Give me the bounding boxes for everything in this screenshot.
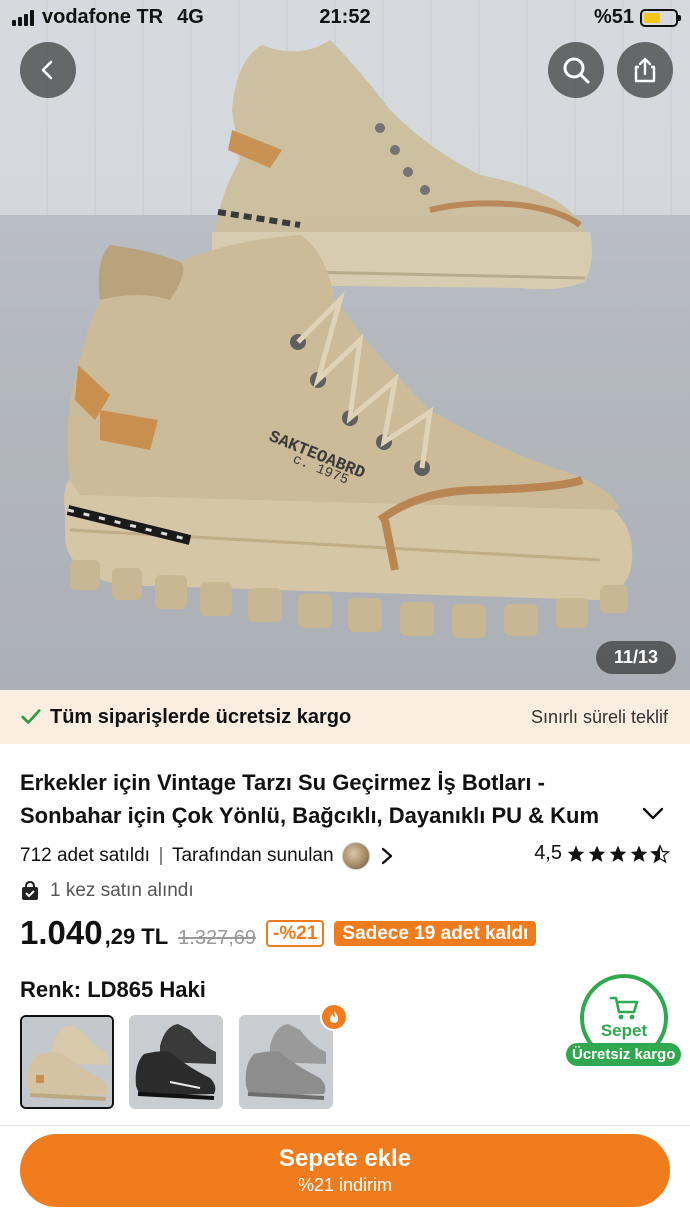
color-swatch-siyah[interactable]	[129, 1015, 223, 1109]
swatch-image	[130, 1016, 222, 1108]
swatch-image	[22, 1017, 112, 1107]
product-title-line-1: Erkekler için Vintage Tarzı Su Geçirmez …	[20, 770, 545, 795]
color-swatch-gri[interactable]	[239, 1015, 333, 1109]
product-title-line-2: Sonbahar için Çok Yönlü, Bağcıklı, Dayan…	[20, 803, 600, 828]
back-button[interactable]	[20, 42, 76, 98]
star-full-icon	[609, 845, 627, 862]
price-row: 1.040 ,29 TL 1.327,69 -%21 Sadece 19 ade…	[20, 914, 537, 952]
product-image-gallery[interactable]: SAKTEOABRD c. 1975 vodafone TR 4G 21:52 …	[0, 0, 690, 690]
battery-percent: %51	[593, 6, 634, 28]
chevron-left-icon	[41, 60, 53, 80]
price-decimal: ,29 TL	[104, 924, 169, 949]
star-full-icon	[567, 845, 585, 862]
flame-icon	[330, 1011, 338, 1023]
clock: 21:52	[319, 6, 371, 28]
check-icon	[21, 709, 41, 724]
cart-label: Sepet	[600, 1021, 648, 1040]
discount-badge: -%21	[266, 919, 325, 947]
original-price: 1.327,69	[178, 927, 257, 949]
chevron-down-icon[interactable]	[640, 800, 666, 826]
swatch-image	[240, 1016, 332, 1108]
banner-text: Tüm siparişlerde ücretsiz kargo	[50, 705, 352, 728]
add-to-cart-discount: %21 indirim	[297, 1174, 393, 1195]
price-integer: 1.040	[20, 914, 103, 951]
sold-count: 712 adet satıldı	[20, 845, 150, 866]
color-label: Renk: LD865 Haki	[20, 977, 206, 1002]
product-photo: SAKTEOABRD c. 1975	[0, 40, 690, 690]
shopping-bag-icon	[22, 880, 38, 900]
share-button[interactable]	[617, 42, 673, 98]
search-button[interactable]	[548, 42, 604, 98]
rating-value: 4,5	[534, 842, 562, 864]
offered-by-label: Tarafından sunulan	[171, 845, 334, 866]
star-full-icon	[630, 845, 648, 862]
chevron-right-icon	[381, 847, 392, 865]
bought-count: 1 kez satın alındı	[50, 880, 194, 901]
share-icon	[634, 57, 656, 83]
bought-count-row: 1 kez satın alındı	[20, 880, 194, 902]
seller-avatar[interactable]	[341, 842, 370, 870]
stock-badge: Sadece 19 adet kaldı	[334, 920, 537, 946]
product-title[interactable]: Erkekler için Vintage Tarzı Su Geçirmez …	[20, 766, 620, 832]
battery-icon	[640, 8, 681, 27]
search-icon	[563, 57, 590, 84]
hot-badge	[320, 1003, 348, 1031]
star-half-icon	[650, 843, 670, 863]
status-bar: vodafone TR 4G 21:52 %51	[0, 0, 690, 36]
image-counter: 11/13	[595, 641, 676, 674]
divider	[0, 1125, 690, 1126]
seller-row[interactable]: 712 adet satıldı Tarafından sunulan	[20, 842, 394, 870]
add-to-cart-button[interactable]: Sepete ekle %21 indirim	[20, 1134, 670, 1207]
limited-offer-label: Sınırlı süreli teklif	[530, 706, 668, 727]
rating[interactable]: 4,5	[534, 842, 670, 865]
color-swatch-haki[interactable]	[20, 1015, 114, 1109]
add-to-cart-label: Sepete ekle	[278, 1144, 412, 1172]
divider	[159, 847, 162, 865]
free-shipping-pill: Ücretsiz kargo	[566, 1043, 682, 1066]
star-full-icon	[588, 845, 606, 862]
rating-stars	[566, 843, 670, 864]
cart-icon	[609, 996, 639, 1020]
free-shipping-banner[interactable]: Tüm siparişlerde ücretsiz kargo Sınırlı …	[0, 690, 690, 744]
